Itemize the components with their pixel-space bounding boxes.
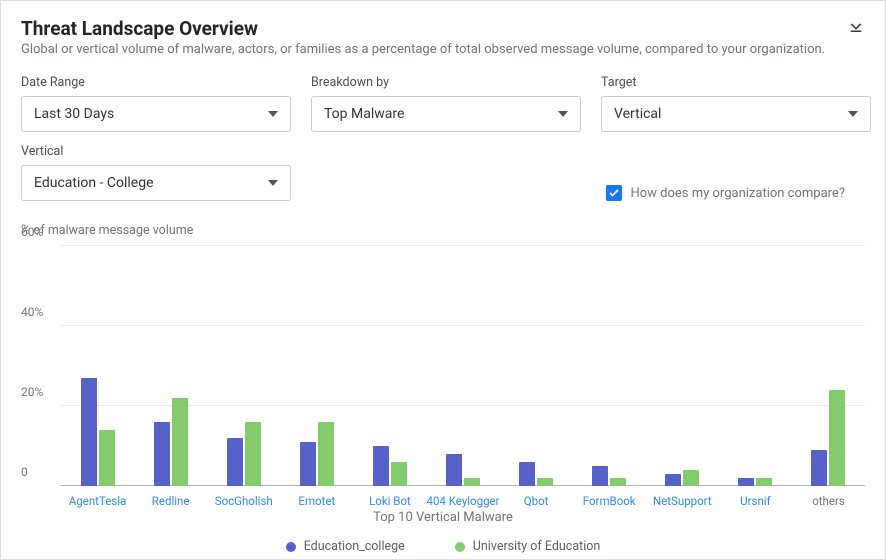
y-axis-label: % of malware message volume: [21, 223, 865, 238]
bar[interactable]: [172, 398, 188, 486]
bar-group: [207, 246, 280, 486]
bar[interactable]: [81, 378, 97, 486]
legend-item-0: Education_college: [286, 539, 405, 554]
bar-group: [792, 246, 865, 486]
bars-container: [61, 246, 865, 486]
target-select[interactable]: Vertical: [601, 96, 871, 132]
bar[interactable]: [829, 390, 845, 486]
category-label[interactable]: Redline: [134, 494, 207, 508]
bar-group: [500, 246, 573, 486]
bar[interactable]: [373, 446, 389, 486]
category-label: others: [792, 494, 865, 508]
target-value: Vertical: [614, 106, 661, 122]
bar[interactable]: [683, 470, 699, 486]
bar[interactable]: [519, 462, 535, 486]
chevron-down-icon: [268, 111, 278, 117]
category-label[interactable]: Qbot: [500, 494, 573, 508]
y-tick: 40%: [21, 305, 43, 319]
bar[interactable]: [446, 454, 462, 486]
bar-group: [646, 246, 719, 486]
date-range-label: Date Range: [21, 75, 291, 90]
category-label[interactable]: FormBook: [573, 494, 646, 508]
bar[interactable]: [245, 422, 261, 486]
bar[interactable]: [300, 442, 316, 486]
bar-group: [426, 246, 499, 486]
header-text: Threat Landscape Overview Global or vert…: [21, 17, 825, 57]
breakdown-select[interactable]: Top Malware: [311, 96, 581, 132]
date-range-select[interactable]: Last 30 Days: [21, 96, 291, 132]
chevron-down-icon: [848, 111, 858, 117]
chevron-down-icon: [268, 180, 278, 186]
bar[interactable]: [154, 422, 170, 486]
bar[interactable]: [464, 478, 480, 486]
vertical-value: Education - College: [34, 175, 154, 191]
category-label[interactable]: Loki Bot: [353, 494, 426, 508]
checkbox-checked-icon: [606, 185, 622, 201]
x-axis-title: Top 10 Vertical Malware: [21, 510, 865, 525]
bar[interactable]: [537, 478, 553, 486]
bar-group: [134, 246, 207, 486]
date-range-value: Last 30 Days: [34, 106, 114, 122]
legend-item-1: University of Education: [455, 539, 601, 554]
filters-row-2: Vertical Education - College How does my…: [21, 144, 865, 201]
panel-header: Threat Landscape Overview Global or vert…: [21, 17, 865, 57]
filters-row-1: Date Range Last 30 Days Breakdown by Top…: [21, 75, 865, 132]
page-title: Threat Landscape Overview: [21, 17, 825, 40]
breakdown-value: Top Malware: [324, 106, 404, 122]
legend-swatch-icon: [455, 542, 465, 552]
category-label[interactable]: AgentTesla: [61, 494, 134, 508]
bar-group: [353, 246, 426, 486]
bar[interactable]: [811, 450, 827, 486]
page-subtitle: Global or vertical volume of malware, ac…: [21, 42, 825, 57]
bar[interactable]: [99, 430, 115, 486]
chart-area: AgentTeslaRedlineSocGholishEmotetLoki Bo…: [21, 246, 865, 506]
category-label[interactable]: 404 Keylogger: [426, 494, 499, 508]
legend-label-1: University of Education: [473, 539, 601, 554]
bar-group: [573, 246, 646, 486]
compare-label: How does my organization compare?: [630, 186, 845, 201]
bar-group: [61, 246, 134, 486]
bar[interactable]: [665, 474, 681, 486]
bar[interactable]: [610, 478, 626, 486]
category-label[interactable]: NetSupport: [646, 494, 719, 508]
bar-group: [280, 246, 353, 486]
category-labels: AgentTeslaRedlineSocGholishEmotetLoki Bo…: [61, 494, 865, 508]
breakdown-filter: Breakdown by Top Malware: [311, 75, 581, 132]
category-label[interactable]: Emotet: [280, 494, 353, 508]
breakdown-label: Breakdown by: [311, 75, 581, 90]
vertical-filter: Vertical Education - College: [21, 144, 291, 201]
target-filter: Target Vertical: [601, 75, 871, 132]
vertical-select[interactable]: Education - College: [21, 165, 291, 201]
y-tick: 0: [21, 465, 28, 479]
bar[interactable]: [318, 422, 334, 486]
bar-group: [719, 246, 792, 486]
compare-toggle[interactable]: How does my organization compare?: [606, 185, 845, 201]
y-tick: 20%: [21, 385, 43, 399]
legend-swatch-icon: [286, 542, 296, 552]
vertical-label: Vertical: [21, 144, 291, 159]
bar[interactable]: [738, 478, 754, 486]
bar[interactable]: [756, 478, 772, 486]
date-range-filter: Date Range Last 30 Days: [21, 75, 291, 132]
download-icon[interactable]: [847, 17, 865, 39]
bar[interactable]: [227, 438, 243, 486]
category-label[interactable]: SocGholish: [207, 494, 280, 508]
category-label[interactable]: Ursnif: [719, 494, 792, 508]
chevron-down-icon: [558, 111, 568, 117]
bar[interactable]: [391, 462, 407, 486]
bar[interactable]: [592, 466, 608, 486]
target-label: Target: [601, 75, 871, 90]
y-tick: 60%: [21, 225, 43, 239]
legend-label-0: Education_college: [304, 539, 405, 554]
threat-landscape-panel: Threat Landscape Overview Global or vert…: [0, 0, 886, 560]
legend: Education_college University of Educatio…: [21, 539, 865, 554]
